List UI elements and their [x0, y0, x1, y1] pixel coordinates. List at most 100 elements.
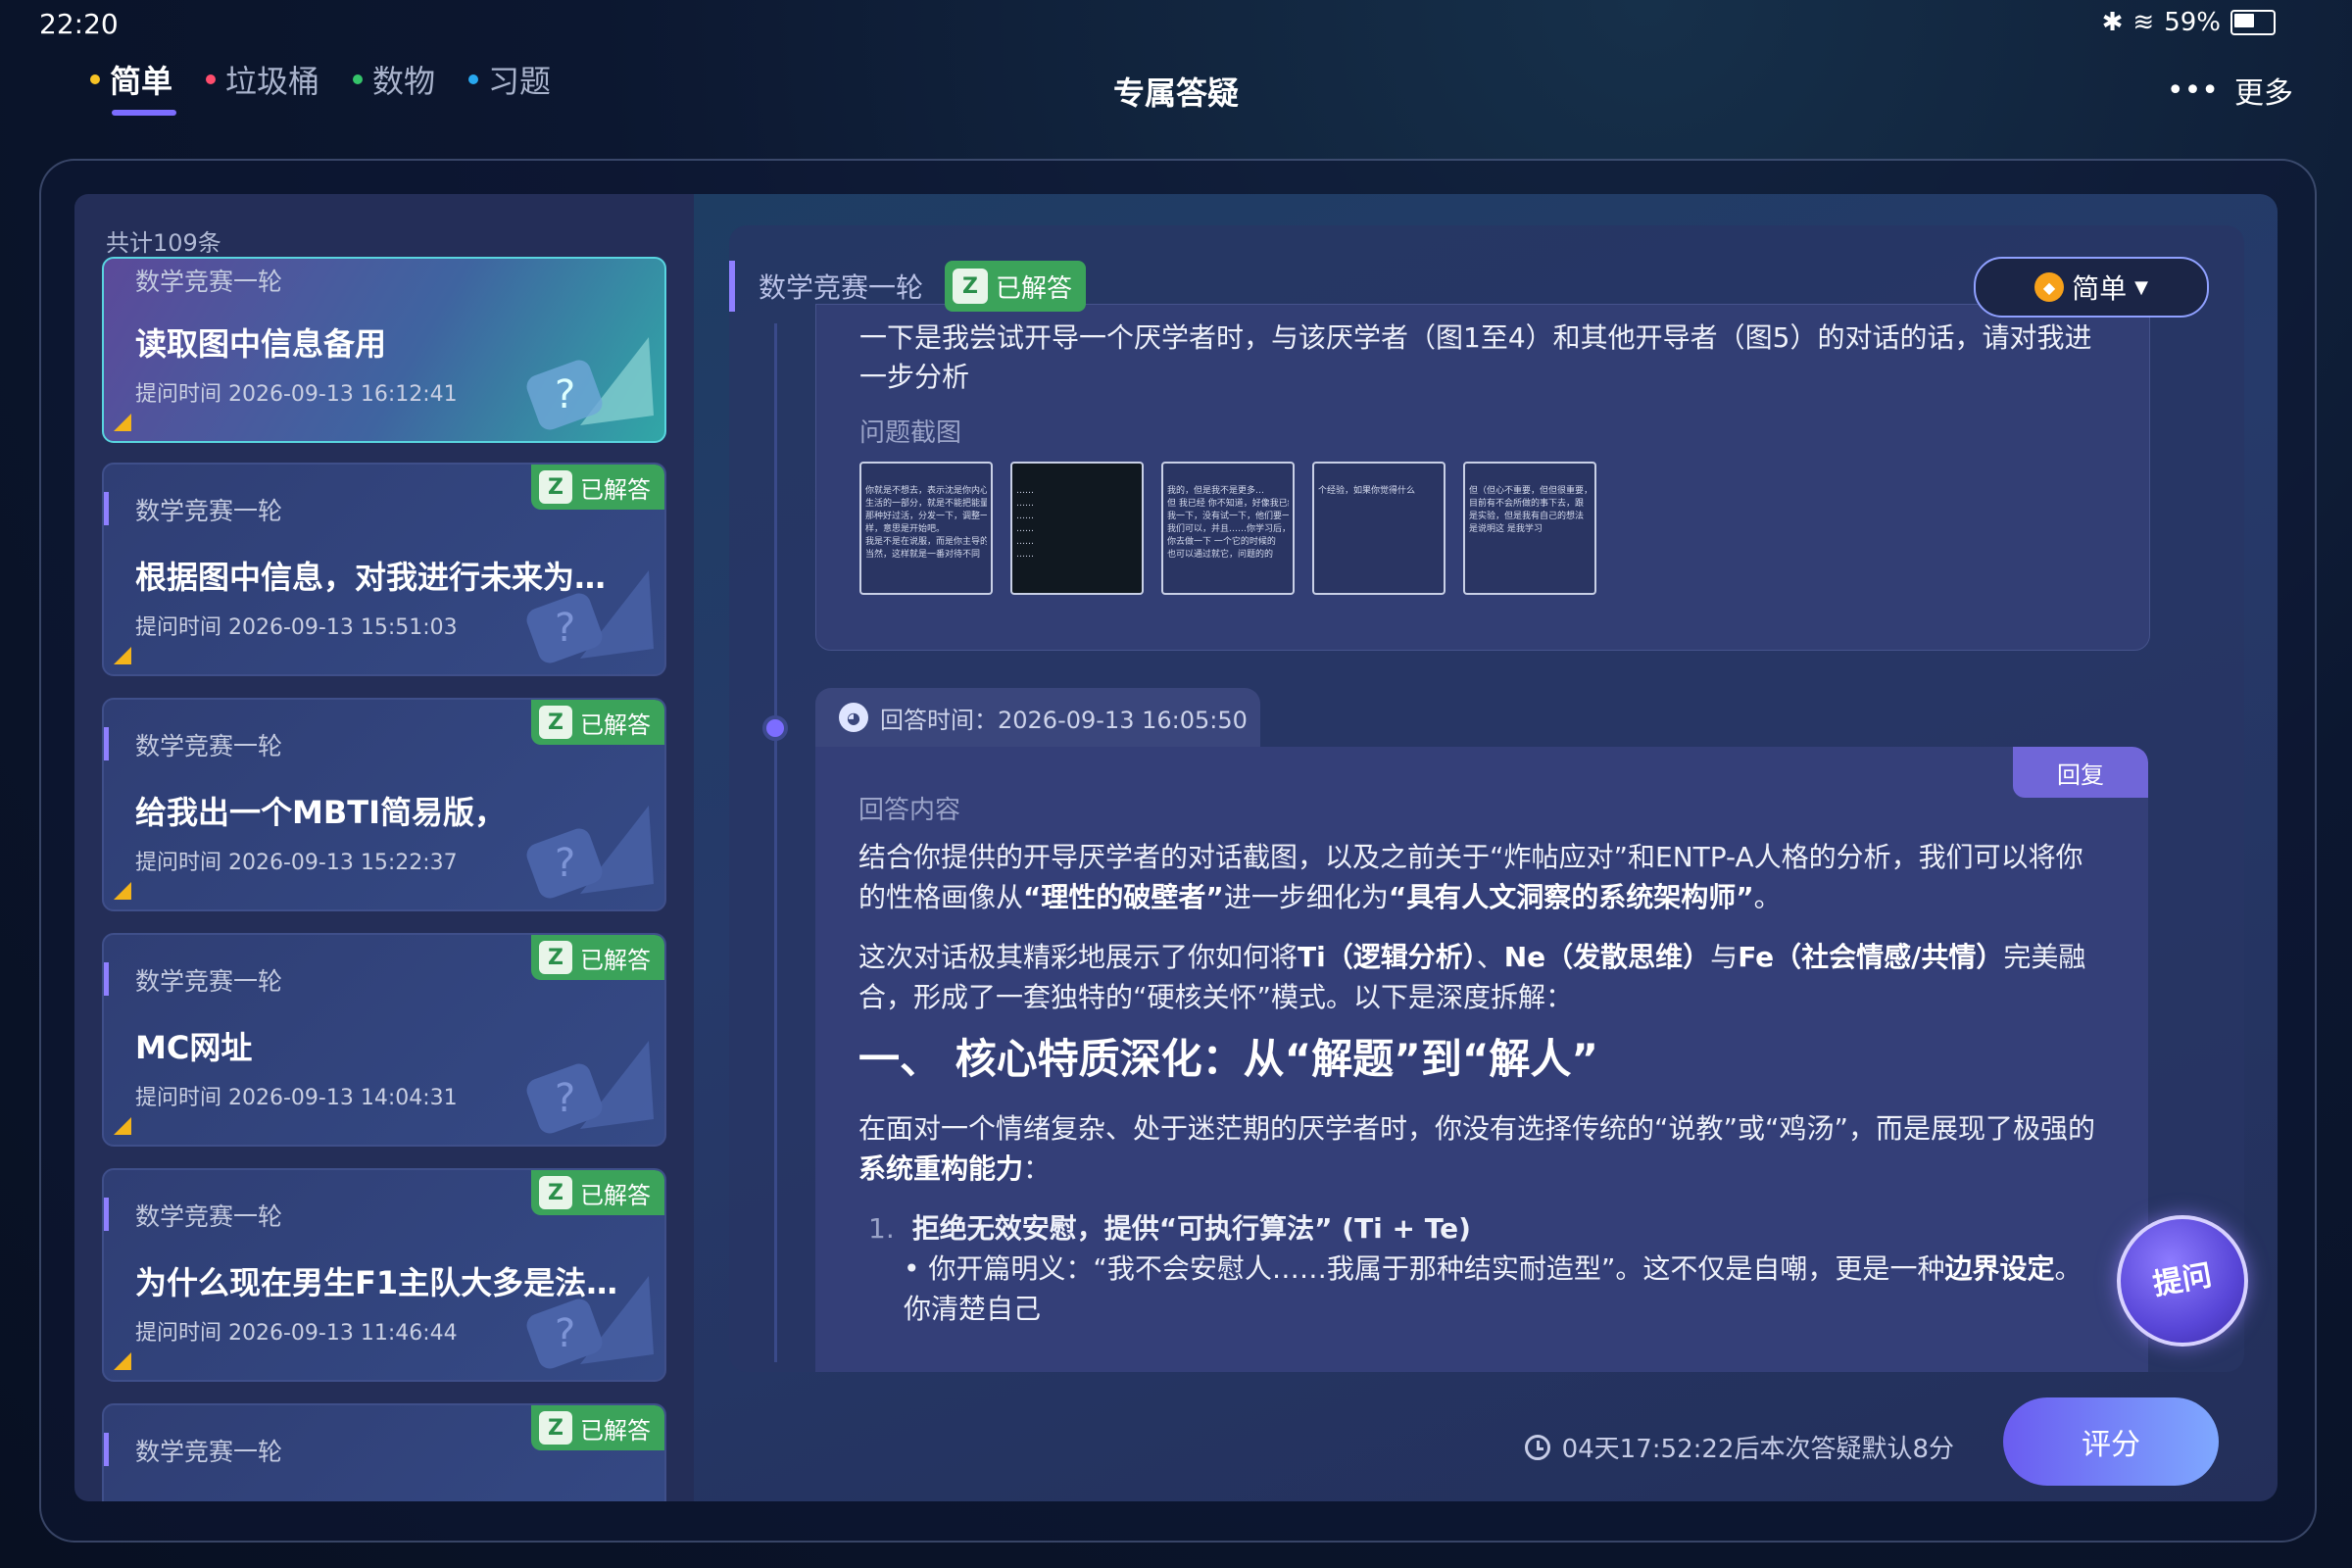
- thumbnail-text-line: ……: [1016, 524, 1034, 534]
- thumbnail-text-line: 是说明这 是我学习: [1469, 524, 1543, 534]
- card-time: 提问时间 2026-09-13 16:12:41: [135, 382, 458, 407]
- robot-avatar-icon: ◕: [839, 703, 868, 732]
- answer-sub-item: • 你开篇明义：“我不会安慰人……我属于那种结实耐造型”。这不仅是自嘲，更是一种…: [904, 1252, 2082, 1325]
- wifi-icon: ≋: [2132, 8, 2155, 37]
- question-card[interactable]: Z 已解答 数学竞赛一轮 根据图中信息，对我进行未来为人规划 提问时间 2026…: [102, 463, 666, 676]
- battery-percent: 59%: [2164, 8, 2221, 37]
- thumbnail-text-line: ……: [1016, 499, 1034, 509]
- card-time: 提问时间 2026-09-13 11:46:44: [135, 1321, 458, 1346]
- thumbnail-text-line: 个经验，如果你觉得什么: [1318, 486, 1416, 496]
- detail-footer: 04天17:52:22后本次答疑默认8分 评分: [694, 1382, 2278, 1501]
- badge-label: 已解答: [580, 1181, 651, 1209]
- thumbnail-text-line: 生活的一部分，就是不能把能量: [865, 499, 987, 509]
- thumbnail-text-line: 当然，这样就是一番对待不同: [865, 550, 981, 560]
- svg-text:?: ?: [555, 1076, 575, 1121]
- question-card[interactable]: Z 已解答 数学竞赛一轮 给我出一个MBTI简易版， 提问时间 2026-09-…: [102, 698, 666, 911]
- question-count: 共计109条: [106, 229, 221, 257]
- card-corner-mark: [114, 647, 131, 664]
- card-category: 数学竞赛一轮: [135, 1438, 283, 1466]
- ask-question-button[interactable]: 提问: [2117, 1215, 2248, 1347]
- qa-detail[interactable]: 一下是我尝试开导一个厌学者时，与该厌学者（图1至4）和其他开导者（图5）的对话的…: [729, 225, 2244, 1372]
- z-icon: Z: [953, 269, 989, 304]
- thumbnail-text-line: 但（但心不重要，但但很重要，: [1469, 486, 1591, 496]
- countdown-text: 04天17:52:22后本次答疑默认8分: [1561, 1435, 1954, 1464]
- card-corner-mark: [114, 414, 131, 431]
- svg-text:?: ?: [555, 841, 575, 886]
- answer-content: 回复 回答内容 结合你提供的开导厌学者的对话截图，以及之前关于“炸帖应对”和EN…: [815, 747, 2148, 1372]
- card-time: 提问时间 2026-09-13 15:51:03: [135, 615, 458, 640]
- thumbnail-text-line: ……: [1016, 512, 1034, 521]
- screenshots-label: 问题截图: [859, 418, 962, 448]
- thumbnail-text-line: 我是不是在说服，而是你主导的: [865, 537, 987, 547]
- list-number: 1.: [868, 1212, 895, 1245]
- thumbnail-text-line: 但 我已经 你不知道，好像我已经 一组: [1167, 499, 1289, 509]
- answered-badge: Z 已解答: [531, 935, 664, 980]
- countdown: 04天17:52:22后本次答疑默认8分: [1524, 1429, 1954, 1465]
- answer-label: 回答内容: [858, 796, 961, 825]
- status-bar: 22:20 ✱ ≋ 59%: [0, 0, 2352, 49]
- card-corner-mark: [114, 882, 131, 900]
- card-accent: [104, 1433, 109, 1466]
- thumbnail-text-line: ……: [1016, 550, 1034, 560]
- thumbnail-text-line: ……: [1016, 537, 1034, 547]
- thumbnail-text-line: 我的，但是我不是更多…: [1167, 486, 1265, 496]
- answer-time: 回答时间：2026-09-13 16:05:50: [880, 706, 1248, 734]
- screenshot-thumbnail[interactable]: 你就是不想去，表示沈是你内心 生活的一部分，就是不能把能量 那种好过活，分发一下，调…: [859, 462, 993, 595]
- header-accent: [729, 261, 735, 312]
- z-icon: Z: [539, 1176, 572, 1209]
- thumbnail-text-line: 我们可以，并且……你学习后，: [1167, 524, 1289, 534]
- question-card[interactable]: 数学竞赛一轮 读取图中信息备用 提问时间 2026-09-13 16:12:41…: [102, 257, 666, 443]
- screenshot-thumbnail[interactable]: 我的，但是我不是更多… 但 我已经 你不知道，好像我已经 一组我一下，没有试一下，…: [1161, 462, 1295, 595]
- badge-label: 已解答: [580, 475, 651, 504]
- bluetooth-icon: ✱: [2101, 8, 2124, 37]
- answer-paragraph: 这次对话极其精彩地展示了你如何将Ti（逻辑分析）、Ne（发散思维）与Fe（社会情…: [858, 941, 2086, 1013]
- detail-category: 数学竞赛一轮: [759, 271, 924, 304]
- svg-text:?: ?: [555, 606, 575, 651]
- thumbnail-text-line: ……: [1016, 486, 1034, 496]
- battery-icon: [2230, 10, 2276, 35]
- level-dropdown[interactable]: ◆ 简单 ▼: [1974, 257, 2209, 318]
- answer-list-item: 1. 拒绝无效安慰，提供“可执行算法” (Ti + Te): [868, 1208, 2103, 1249]
- screenshot-thumbnail[interactable]: 个经验，如果你觉得什么: [1312, 462, 1446, 595]
- question-text: 一下是我尝试开导一个厌学者时，与该厌学者（图1至4）和其他开导者（图5）的对话的…: [859, 321, 2092, 393]
- answered-badge: Z 已解答: [531, 700, 664, 745]
- card-category: 数学竞赛一轮: [135, 268, 283, 296]
- timeline-line: [774, 323, 777, 1362]
- card-accent: [104, 1198, 109, 1231]
- badge-label: 已解答: [580, 1416, 651, 1445]
- answered-badge: Z 已解答: [531, 1170, 664, 1215]
- card-category: 数学竞赛一轮: [135, 732, 283, 760]
- badge-label: 已解答: [996, 273, 1073, 304]
- reply-button[interactable]: 回复: [2013, 747, 2148, 798]
- svg-text:?: ?: [555, 1311, 575, 1356]
- thumbnail-text-line: 样，意思是开始吧。: [865, 524, 946, 534]
- page-title: 专属答疑: [1112, 74, 1239, 112]
- thumbnail-text-line: 你就是不想去，表示沈是你内心: [865, 486, 987, 496]
- more-button[interactable]: ••• 更多: [2167, 69, 2293, 112]
- card-accent: [104, 727, 109, 760]
- question-mark-icon: ?: [526, 337, 654, 430]
- thumbnail-text-line: 是实验，但是我有自己的想法: [1469, 512, 1585, 521]
- screenshot-thumbnail[interactable]: 但（但心不重要，但但很重要， 目前有不会所做的事下去，跟 是实验，但是我有自己的想法…: [1463, 462, 1596, 595]
- question-card[interactable]: Z 已解答 数学竞赛一轮 为什么现在男生F1主队大多是法拉利… 提问时间 202…: [102, 1168, 666, 1382]
- question-mark-icon: ?: [526, 1041, 654, 1134]
- screenshot-thumbnail[interactable]: …… …… …… …… …… ……: [1010, 462, 1144, 595]
- question-card[interactable]: Z 已解答 数学竞赛一轮: [102, 1403, 666, 1501]
- answer-time-tab: ◕ 回答时间：2026-09-13 16:05:50: [815, 688, 1260, 747]
- card-category: 数学竞赛一轮: [135, 1202, 283, 1231]
- timeline-dot: [762, 715, 788, 741]
- tag-icon: ◆: [2034, 272, 2065, 302]
- thumbnail-text-line: 你去做一下 一个它的时候的: [1167, 537, 1276, 547]
- z-icon: Z: [539, 706, 572, 739]
- z-icon: Z: [539, 1411, 572, 1445]
- detail-header: 数学竞赛一轮 Z 已解答: [729, 261, 1087, 312]
- question-mark-icon: ?: [526, 1276, 654, 1369]
- badge-label: 已解答: [580, 710, 651, 739]
- status-time: 22:20: [39, 8, 119, 40]
- answer-paragraph: 结合你提供的开导厌学者的对话截图，以及之前关于“炸帖应对”和ENTP-A人格的分…: [858, 841, 2083, 913]
- rate-button[interactable]: 评分: [2003, 1397, 2219, 1486]
- z-icon: Z: [539, 470, 572, 504]
- question-card[interactable]: Z 已解答 数学竞赛一轮 MC网址 提问时间 2026-09-13 14:04:…: [102, 933, 666, 1147]
- answered-badge: Z 已解答: [531, 1405, 664, 1450]
- question-list-panel[interactable]: 共计109条 数学竞赛一轮 读取图中信息备用 提问时间 2026-09-13 1…: [74, 194, 694, 1501]
